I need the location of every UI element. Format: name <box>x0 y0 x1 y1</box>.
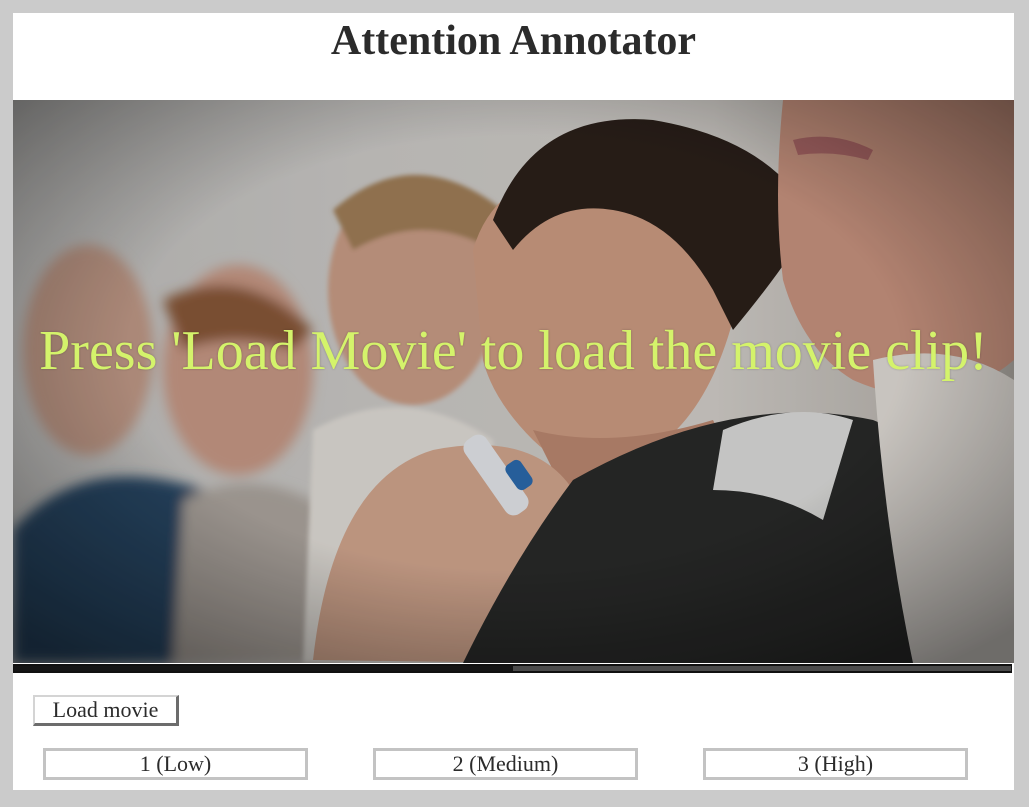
video-player[interactable]: Press 'Load Movie' to load the movie cli… <box>13 100 1014 663</box>
rating-low-button[interactable]: 1 (Low) <box>43 748 308 780</box>
load-movie-button[interactable]: Load movie <box>33 695 179 726</box>
load-movie-message: Press 'Load Movie' to load the movie cli… <box>39 320 988 382</box>
video-progress-fill <box>14 666 513 671</box>
app-title: Attention Annotator <box>330 18 697 64</box>
rating-medium-button[interactable]: 2 (Medium) <box>373 748 638 780</box>
video-progress-bar[interactable] <box>13 664 1012 673</box>
attention-annotator-app: Attention Annotator Press 'Load Movie' t… <box>13 13 1014 790</box>
rating-high-button[interactable]: 3 (High) <box>703 748 968 780</box>
